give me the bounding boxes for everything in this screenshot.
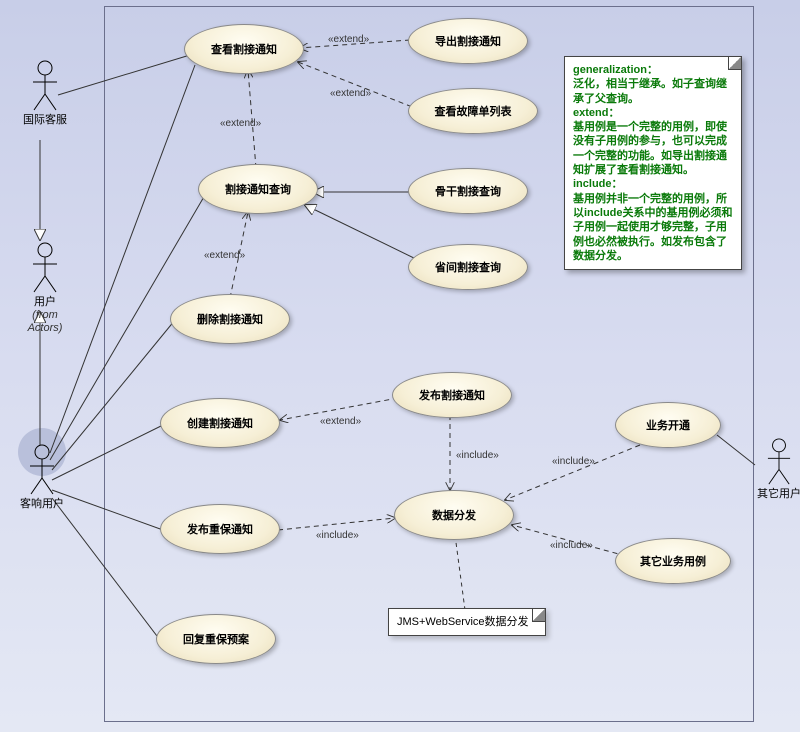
ext-lbl-2: «extend» [330,88,371,99]
uc-prov: 省间割接查询 [408,244,528,290]
ext-lbl-3: «extend» [220,118,261,129]
green-note: generalization： 泛化，相当于继承。如子查询继承了父查询。 ext… [564,56,742,270]
uc-pub-zb: 发布重保通知 [160,504,280,554]
uc-create-label: 创建割接通知 [187,415,253,431]
note-g-title1: generalization： [573,63,733,77]
ext-lbl-4: «extend» [204,250,245,261]
actor-other: 其它用户 [756,438,800,501]
uc-query: 割接通知查询 [198,164,318,214]
inc-lbl-4: «include» [550,540,593,551]
ext-lbl-5: «extend» [320,416,361,427]
uc-reply: 回复重保预案 [156,614,276,664]
uc-delete-label: 删除割接通知 [197,311,263,327]
uc-backbone: 骨干割接查询 [408,168,528,214]
uc-publish-label: 发布割接通知 [419,387,485,403]
actor-user-label: 用户 [15,296,75,309]
uc-prov-label: 省间割接查询 [435,259,501,275]
plainnote-fold-icon [532,609,545,622]
note-g-title2: extend： [573,106,733,120]
uc-backbone-label: 骨干割接查询 [435,183,501,199]
ext-lbl-1: «extend» [328,34,369,45]
actor-intl: 国际客服 [20,60,70,127]
uc-create: 创建割接通知 [160,398,280,448]
actor-kx: 客响用户 [12,444,72,511]
note-fold-icon [728,57,741,70]
inc-lbl-1: «include» [456,450,499,461]
uc-fault-label: 查看故障单列表 [435,103,512,119]
uc-fault: 查看故障单列表 [408,88,538,134]
uc-query-label: 割接通知查询 [225,181,291,197]
actor-other-label: 其它用户 [756,488,800,501]
uc-biz-open: 业务开通 [615,402,721,448]
uc-publish: 发布割接通知 [392,372,512,418]
actor-user-sublabel: (from Actors) [15,309,75,335]
plain-note: JMS+WebService数据分发 [388,608,546,636]
uc-delete: 删除割接通知 [170,294,290,344]
uc-view-label: 查看割接通知 [211,41,277,57]
uc-export: 导出割接通知 [408,18,528,64]
uc-dist: 数据分发 [394,490,514,540]
inc-lbl-3: «include» [316,530,359,541]
plain-note-text: JMS+WebService数据分发 [397,616,529,628]
note-g-title3: include： [573,177,733,191]
inc-lbl-2: «include» [552,456,595,467]
uc-dist-label: 数据分发 [432,507,476,523]
uc-bizopen-label: 业务开通 [646,417,690,433]
uc-pubzb-label: 发布重保通知 [187,521,253,537]
actor-intl-label: 国际客服 [20,114,70,127]
uc-reply-label: 回复重保预案 [183,631,249,647]
actor-kx-label: 客响用户 [12,498,72,511]
note-g-body3: 基用例并非一个完整的用例，所以include关系中的基用例必须和子用例一起使用才… [573,192,733,263]
uc-export-label: 导出割接通知 [435,33,501,49]
note-g-body2: 基用例是一个完整的用例，即使没有子用例的参与，也可以完成一个完整的功能。如导出割… [573,120,733,177]
uc-otherbiz-label: 其它业务用例 [640,553,706,569]
uc-other-biz: 其它业务用例 [615,538,731,584]
actor-user: 用户 (from Actors) [15,242,75,336]
uc-view: 查看割接通知 [184,24,304,74]
note-g-body1: 泛化，相当于继承。如子查询继承了父查询。 [573,77,733,106]
